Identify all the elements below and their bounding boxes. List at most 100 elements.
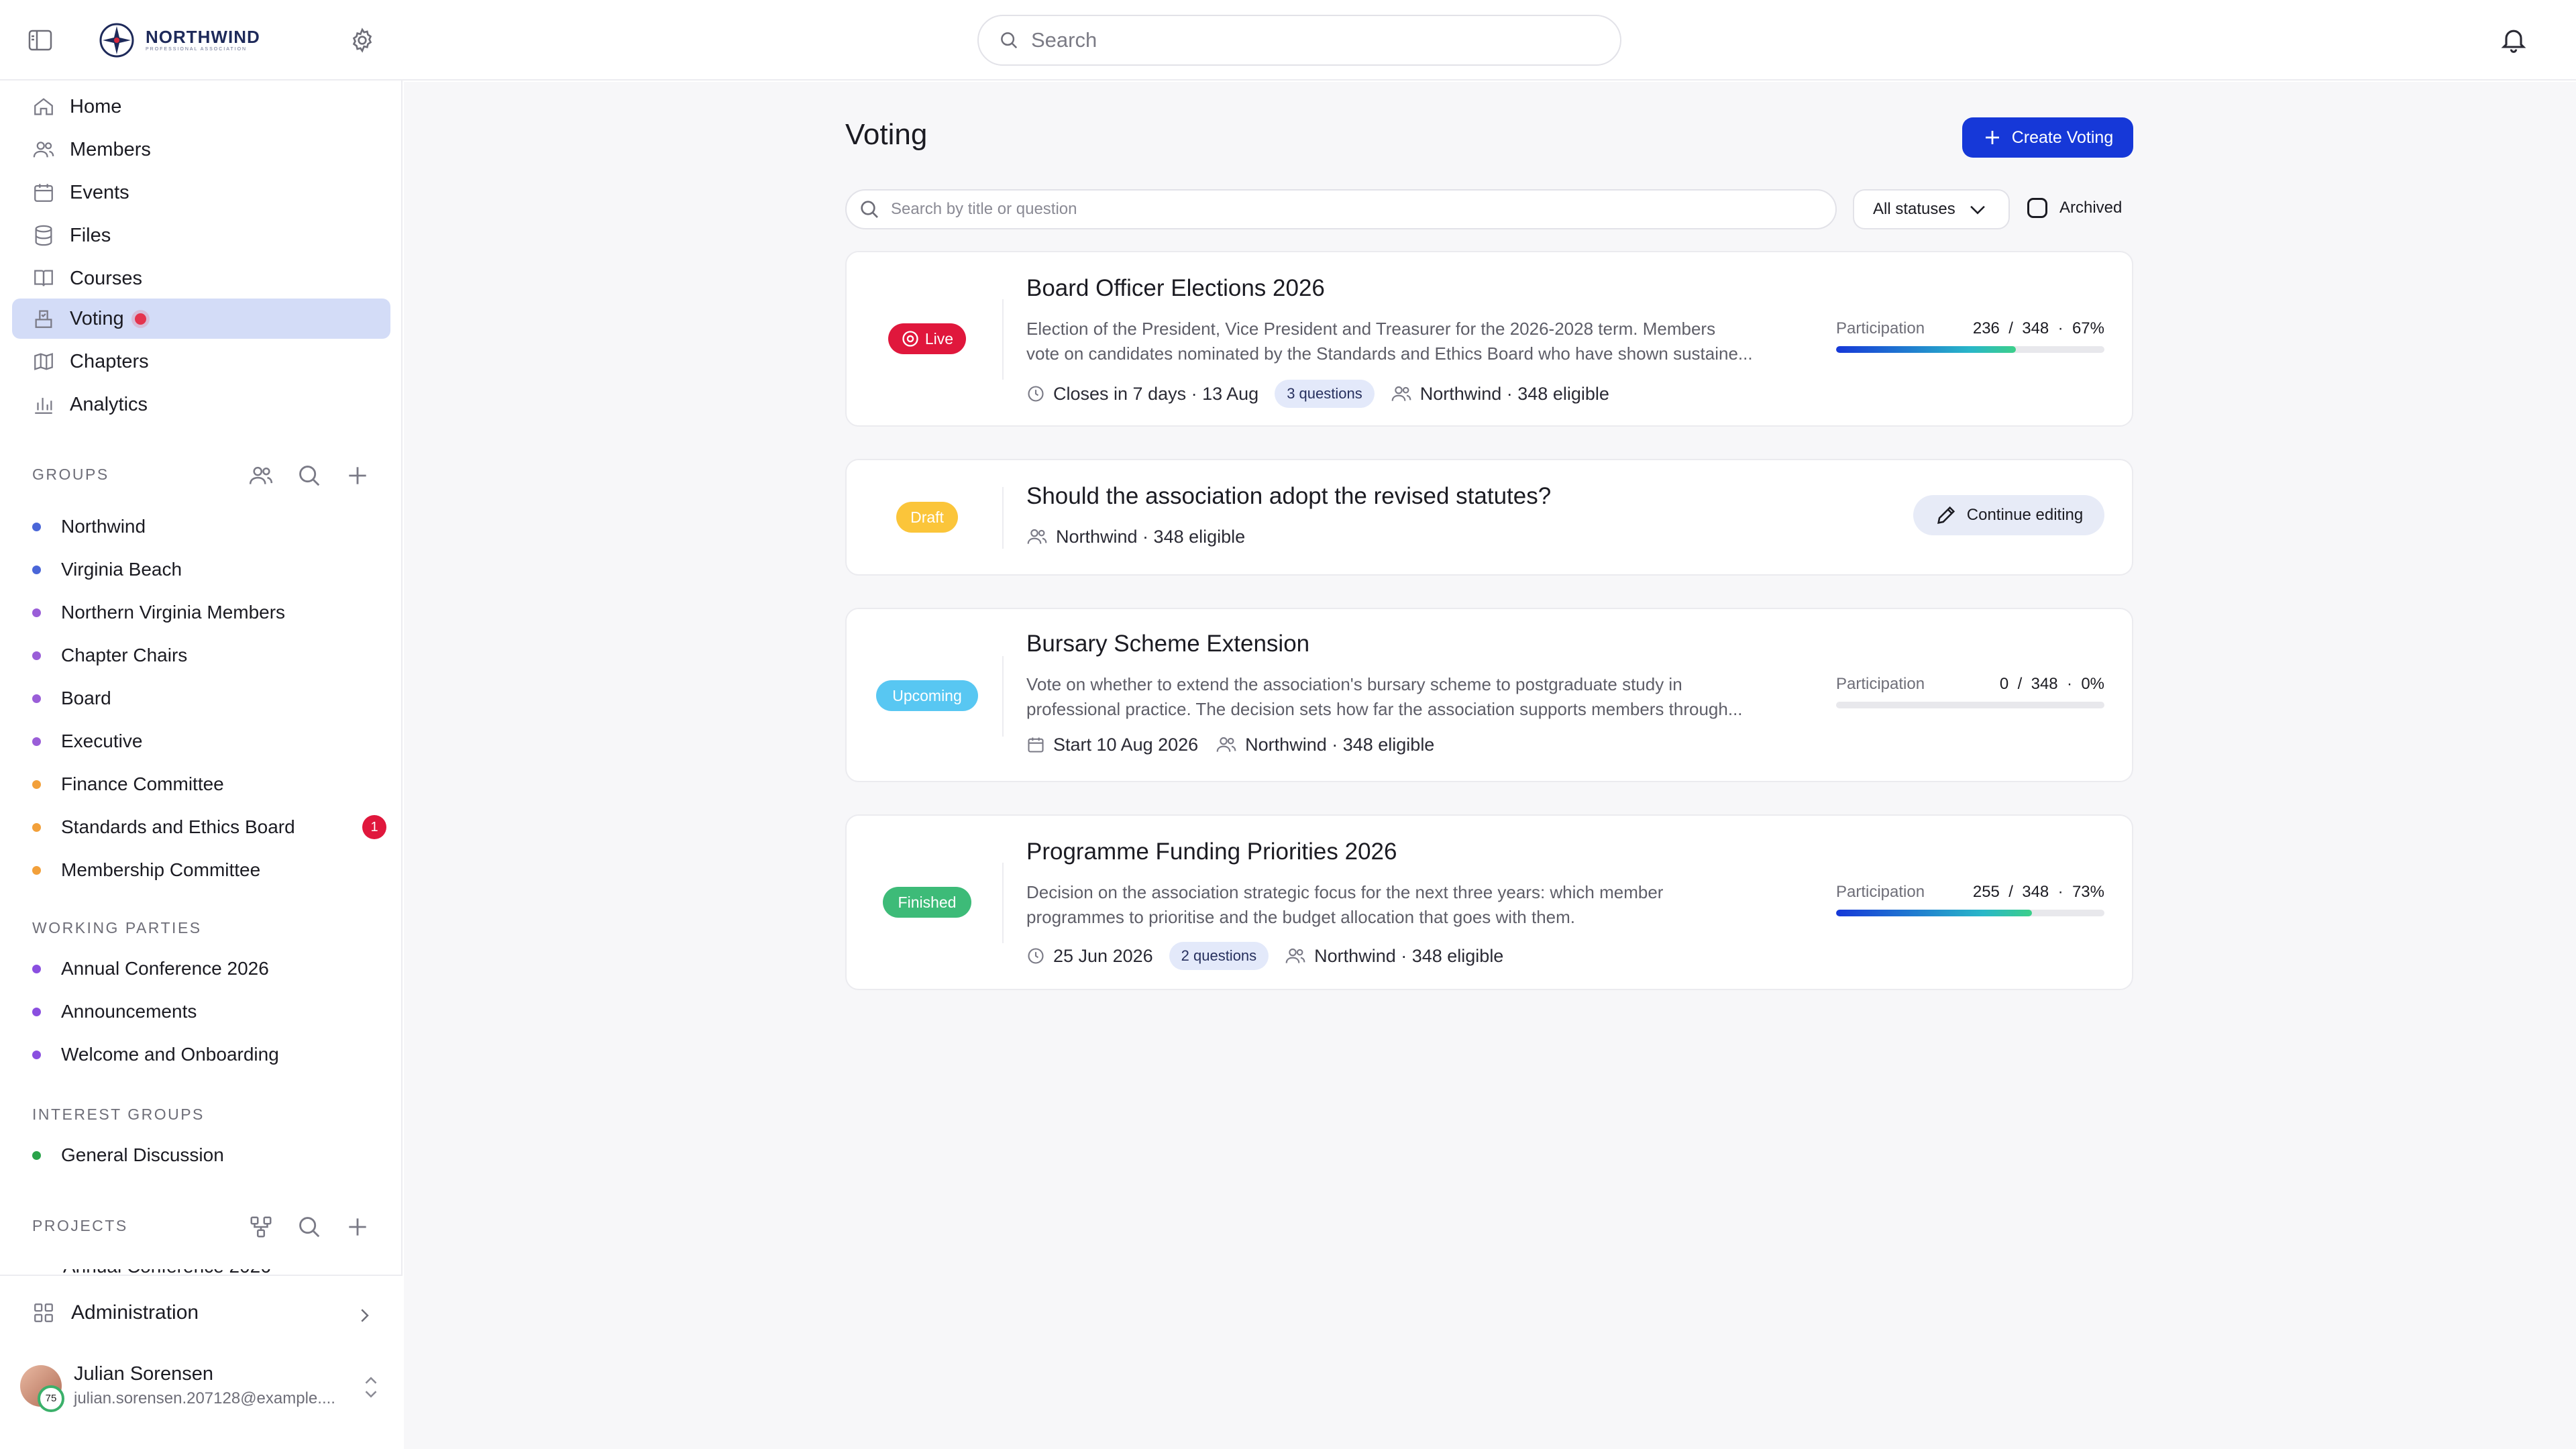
vote-card[interactable]: Live Board Officer Elections 2026 Electi… [845,251,2133,427]
group-color-dot [32,1150,41,1160]
book-icon [34,270,53,286]
group-item[interactable]: Finance Committee [32,773,381,795]
group-label: Welcome and Onboarding [61,1044,279,1065]
group-item[interactable]: Northern Virginia Members [32,602,381,623]
chevron-down-icon [1970,205,1985,215]
members-icon [1027,529,1047,544]
working-party-item[interactable]: Welcome and Onboarding [32,1044,381,1065]
nav-item-chapters[interactable]: Chapters [12,341,390,382]
group-label: Board [61,688,111,708]
bell-icon[interactable] [2499,24,2528,55]
status-badge-upcoming: Upcoming [876,680,978,711]
votes-total: 348 [2022,319,2049,337]
group-item[interactable]: Board [32,688,381,709]
brand-logo[interactable]: NORTHWIND PROFESSIONAL ASSOCIATION [99,22,260,58]
administration-link[interactable]: Administration [32,1301,199,1324]
vote-title[interactable]: Programme Funding Priorities 2026 [1026,839,1397,865]
group-label: Standards and Ethics Board [61,816,295,837]
sidebar-toggle-icon[interactable] [28,30,52,51]
hierarchy-icon[interactable] [248,1214,274,1240]
plus-icon [1985,131,1999,144]
vote-title[interactable]: Board Officer Elections 2026 [1026,275,1325,302]
vote-card[interactable]: Upcoming Bursary Scheme Extension Vote o… [845,608,2133,782]
status-label: Draft [910,508,944,526]
vote-meta: 25 Jun 2026 2 questions Northwind · 348 … [1026,942,1503,970]
user-menu[interactable]: 75 Julian Sorensen julian.sorensen.20712… [20,1363,335,1412]
home-icon [34,98,53,115]
interest-group-item[interactable]: General Discussion [32,1144,381,1166]
votes-total: 348 [2031,675,2058,693]
participation-label: Participation [1836,319,1925,337]
nav-label: Analytics [70,393,148,415]
calendar-icon [34,184,53,202]
vote-description: Election of the President, Vice Presiden… [1026,317,1818,366]
vote-audience: Northwind · 348 eligible [1419,383,1609,404]
nav-item-voting[interactable]: Voting [12,299,390,339]
status-filter-select[interactable]: All statuses [1853,189,2010,229]
participation: Participation 0 / 348 · 0% [1836,675,2104,708]
clock-icon [1028,948,1044,964]
working-party-item[interactable]: Annual Conference 2026 [32,958,381,979]
group-color-dot [32,1007,41,1016]
chevron-updown-icon[interactable] [361,1374,381,1401]
participation-bar-fill [1836,346,2016,353]
plus-icon[interactable] [345,1214,370,1240]
vote-audience: Northwind · 348 eligible [1056,526,1246,547]
group-item[interactable]: Membership Committee [32,859,381,881]
nav-item-members[interactable]: Members [12,129,390,170]
vote-card[interactable]: Draft Should the association adopt the r… [845,459,2133,576]
nav-item-events[interactable]: Events [12,172,390,213]
plus-icon[interactable] [345,463,370,488]
sidebar-footer: Administration 75 Julian Sorensen julian… [0,1275,402,1449]
continue-editing-button[interactable]: Continue editing [1913,495,2104,535]
search-icon[interactable] [297,463,322,488]
nav-item-files[interactable]: Files [12,215,390,256]
participation: Participation 236 / 348 · 67% [1836,319,2104,353]
checkbox-box[interactable] [2027,198,2047,218]
group-item[interactable]: Executive [32,731,381,752]
vote-description-line: Election of the President, Vice Presiden… [1026,319,1716,339]
questions-pill: 2 questions [1169,942,1269,970]
global-search-input[interactable]: Search [977,15,1621,66]
members-icon[interactable] [248,463,274,488]
participation-numbers: 0 / 348 · 0% [1999,675,2104,693]
divider [1002,656,1004,737]
participation-numbers: 236 / 348 · 67% [1972,319,2104,337]
group-item[interactable]: Northwind [32,516,381,537]
page-title: Voting [845,118,928,151]
search-icon [861,201,878,218]
voting-search-placeholder: Search by title or question [891,200,1077,218]
archived-checkbox[interactable]: Archived [2027,198,2122,218]
votes-total: 348 [2022,883,2049,901]
working-party-item[interactable]: Announcements [32,1001,381,1022]
voting-search-input[interactable]: Search by title or question [845,189,1837,229]
group-label: Virginia Beach [61,559,182,580]
vote-date: Start 10 Aug 2026 [1053,734,1199,755]
brand-tagline: PROFESSIONAL ASSOCIATION [146,47,248,52]
create-voting-button[interactable]: Create Voting [1962,117,2133,158]
group-item[interactable]: Standards and Ethics Board 1 [32,815,386,839]
nav-item-home[interactable]: Home [12,87,390,127]
vote-description-line: programmes to prioritise and the budget … [1026,907,1576,927]
brand-name: NORTHWIND [146,27,260,47]
status-badge-draft: Draft [896,502,958,533]
nav-item-courses[interactable]: Courses [12,258,390,299]
vote-description-line: Decision on the association strategic fo… [1026,882,1664,902]
status-badge-live: Live [888,323,966,354]
group-label: General Discussion [61,1144,224,1165]
chevron-right-icon[interactable] [354,1305,374,1326]
group-item[interactable]: Chapter Chairs [32,645,381,666]
vote-card[interactable]: Finished Programme Funding Priorities 20… [845,814,2133,990]
group-item[interactable]: Virginia Beach [32,559,381,580]
nav-item-analytics[interactable]: Analytics [12,384,390,425]
group-label: Annual Conference 2026 [61,958,269,979]
vote-meta: Start 10 Aug 2026 Northwind · 348 eligib… [1026,734,1434,755]
map-icon [34,353,53,370]
projects-heading: PROJECTS [32,1217,128,1234]
vote-title[interactable]: Should the association adopt the revised… [1026,483,1551,510]
vote-description-line: professional practice. The decision sets… [1026,699,1743,719]
vote-title[interactable]: Bursary Scheme Extension [1026,631,1309,657]
search-icon[interactable] [297,1214,322,1240]
group-color-dot [32,565,41,574]
gear-icon[interactable] [349,27,376,54]
